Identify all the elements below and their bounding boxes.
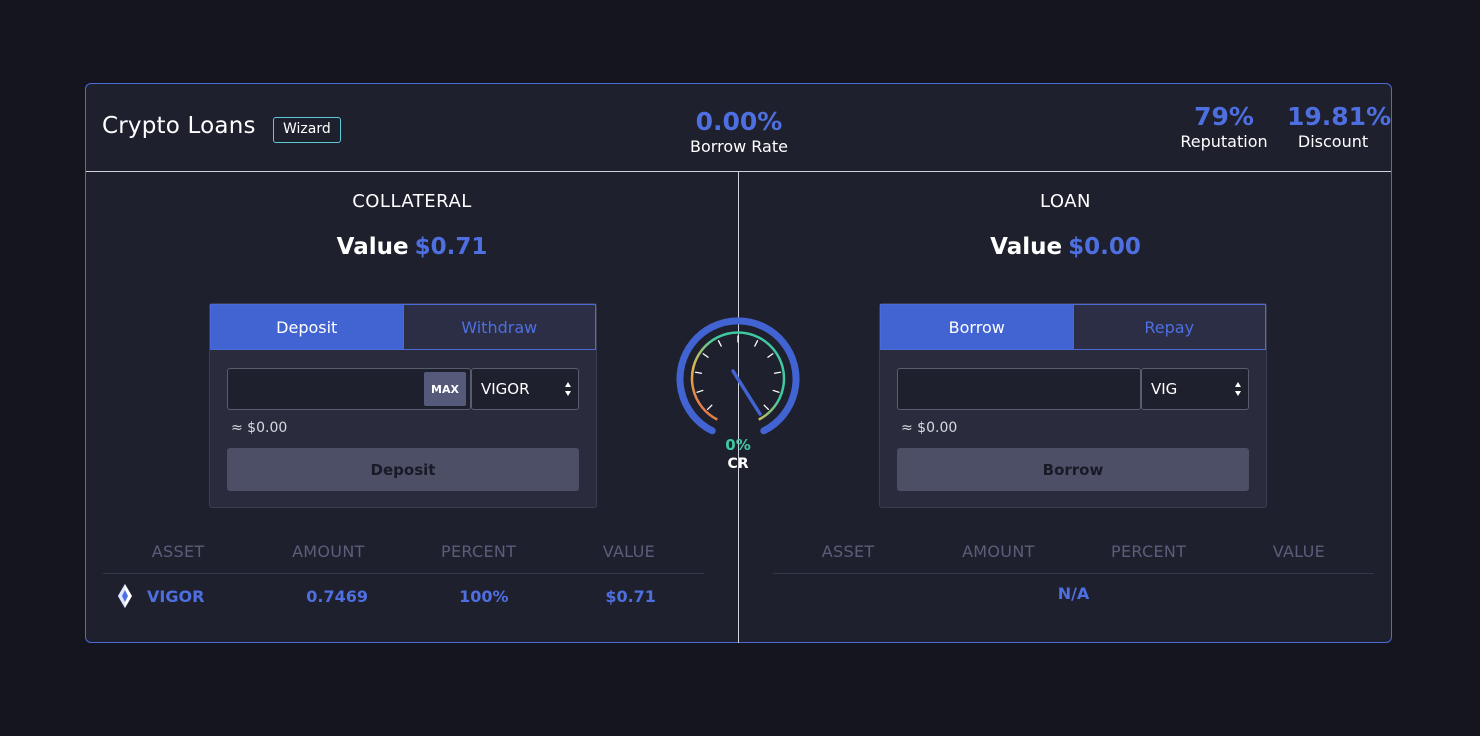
loan-value-amount: $0.00: [1068, 234, 1141, 260]
tab-borrow[interactable]: Borrow: [881, 305, 1073, 349]
col-asset: ASSET: [821, 542, 875, 561]
cr-percent: 0%: [725, 436, 751, 454]
discount-label: Discount: [1297, 132, 1369, 151]
cr-gauge: 0% CR: [676, 317, 800, 477]
col-asset: ASSET: [151, 542, 205, 561]
cell-amount: 0.7469: [306, 586, 368, 606]
col-amount: AMOUNT: [962, 542, 1035, 561]
vigor-diamond-icon: [118, 584, 132, 608]
collateral-value-amount: $0.71: [414, 234, 488, 260]
reputation-stat: 79% Reputation: [1171, 102, 1277, 152]
collateral-input-row: MAX VIGOR: [227, 368, 579, 410]
loan-table-header: ASSET AMOUNT PERCENT VALUE: [773, 536, 1374, 574]
collateral-title: COLLATERAL: [352, 191, 472, 212]
col-percent: PERCENT: [441, 542, 517, 561]
loan-panel: LOAN Value $0.00 Borrow Repay VIG ≈ $0.00: [739, 172, 1392, 643]
collateral-table-header: ASSET AMOUNT PERCENT VALUE: [103, 536, 704, 574]
gauge-tick: [702, 353, 709, 358]
tab-repay[interactable]: Repay: [1072, 305, 1265, 349]
loan-token-selected: VIG: [1151, 380, 1178, 398]
borrow-rate-value: 0.00%: [695, 107, 783, 136]
loan-table: ASSET AMOUNT PERCENT VALUE N/A: [773, 536, 1374, 616]
collateral-value: Value $0.71: [86, 234, 738, 260]
card-header: Crypto Loans Wizard 0.00% Borrow Rate 79…: [86, 84, 1391, 172]
loan-value: Value $0.00: [739, 234, 1392, 260]
crypto-loans-card: Crypto Loans Wizard 0.00% Borrow Rate 79…: [85, 83, 1392, 643]
collateral-form: Deposit Withdraw MAX VIGOR ≈ $0.00 Depos…: [209, 303, 597, 508]
loan-tabs: Borrow Repay: [880, 304, 1266, 350]
loan-token-select[interactable]: VIG: [1141, 368, 1249, 410]
cell-asset-name: VIGOR: [147, 586, 205, 606]
max-button[interactable]: MAX: [424, 372, 466, 406]
cr-label: CR: [727, 456, 749, 472]
gauge-tick: [706, 404, 713, 411]
collateral-token-select[interactable]: VIGOR: [471, 368, 579, 410]
gauge-tick: [754, 340, 759, 347]
collateral-token-selected: VIGOR: [481, 380, 530, 398]
col-percent: PERCENT: [1111, 542, 1187, 561]
loan-table-empty: N/A: [1057, 584, 1090, 603]
tab-deposit[interactable]: Deposit: [211, 305, 403, 349]
gauge-ticks: [694, 335, 782, 411]
collateral-panel: COLLATERAL Value $0.71 Deposit Withdraw M…: [86, 172, 738, 643]
col-amount: AMOUNT: [292, 542, 365, 561]
cr-gauge-dial: [676, 317, 800, 435]
cell-asset: VIGOR: [103, 583, 264, 609]
tab-withdraw[interactable]: Withdraw: [402, 305, 595, 349]
discount-stat: 19.81% Discount: [1287, 102, 1392, 152]
loan-approx-value: ≈ $0.00: [901, 420, 958, 436]
gauge-needle: [731, 369, 762, 416]
reputation-value: 79%: [1194, 102, 1254, 131]
select-arrows-icon: [1235, 382, 1241, 396]
cell-value: $0.71: [605, 586, 656, 606]
loan-value-label: Value: [990, 234, 1063, 260]
borrow-rate-stat: 0.00% Borrow Rate: [676, 107, 802, 157]
gauge-tick: [717, 340, 722, 347]
wizard-button[interactable]: Wizard: [273, 117, 341, 143]
page-title: Crypto Loans: [102, 113, 256, 139]
borrow-rate-label: Borrow Rate: [690, 137, 788, 156]
table-row: VIGOR 0.7469 100% $0.71: [103, 574, 704, 618]
deposit-button[interactable]: Deposit: [227, 448, 579, 491]
gauge-tick: [772, 389, 780, 393]
gauge-tick: [767, 353, 774, 358]
borrow-button[interactable]: Borrow: [897, 448, 1249, 491]
col-value: VALUE: [1272, 542, 1326, 561]
reputation-label: Reputation: [1180, 132, 1268, 151]
loan-amount-input[interactable]: [897, 368, 1141, 410]
collateral-approx-value: ≈ $0.00: [231, 420, 288, 436]
collateral-value-label: Value: [336, 234, 409, 260]
select-arrows-icon: [565, 382, 571, 396]
loan-form: Borrow Repay VIG ≈ $0.00 Borrow: [879, 303, 1267, 508]
collateral-table: ASSET AMOUNT PERCENT VALUE VIGOR 0.7469 …: [103, 536, 704, 616]
gauge-tick: [773, 371, 782, 374]
loan-title: LOAN: [1039, 191, 1092, 212]
discount-value: 19.81%: [1287, 102, 1392, 131]
gauge-tick: [696, 389, 704, 393]
col-value: VALUE: [602, 542, 656, 561]
gauge-tick: [694, 371, 703, 374]
cell-percent: 100%: [459, 586, 509, 606]
loan-input-row: VIG: [897, 368, 1249, 410]
gauge-tick: [763, 404, 770, 411]
collateral-tabs: Deposit Withdraw: [210, 304, 596, 350]
